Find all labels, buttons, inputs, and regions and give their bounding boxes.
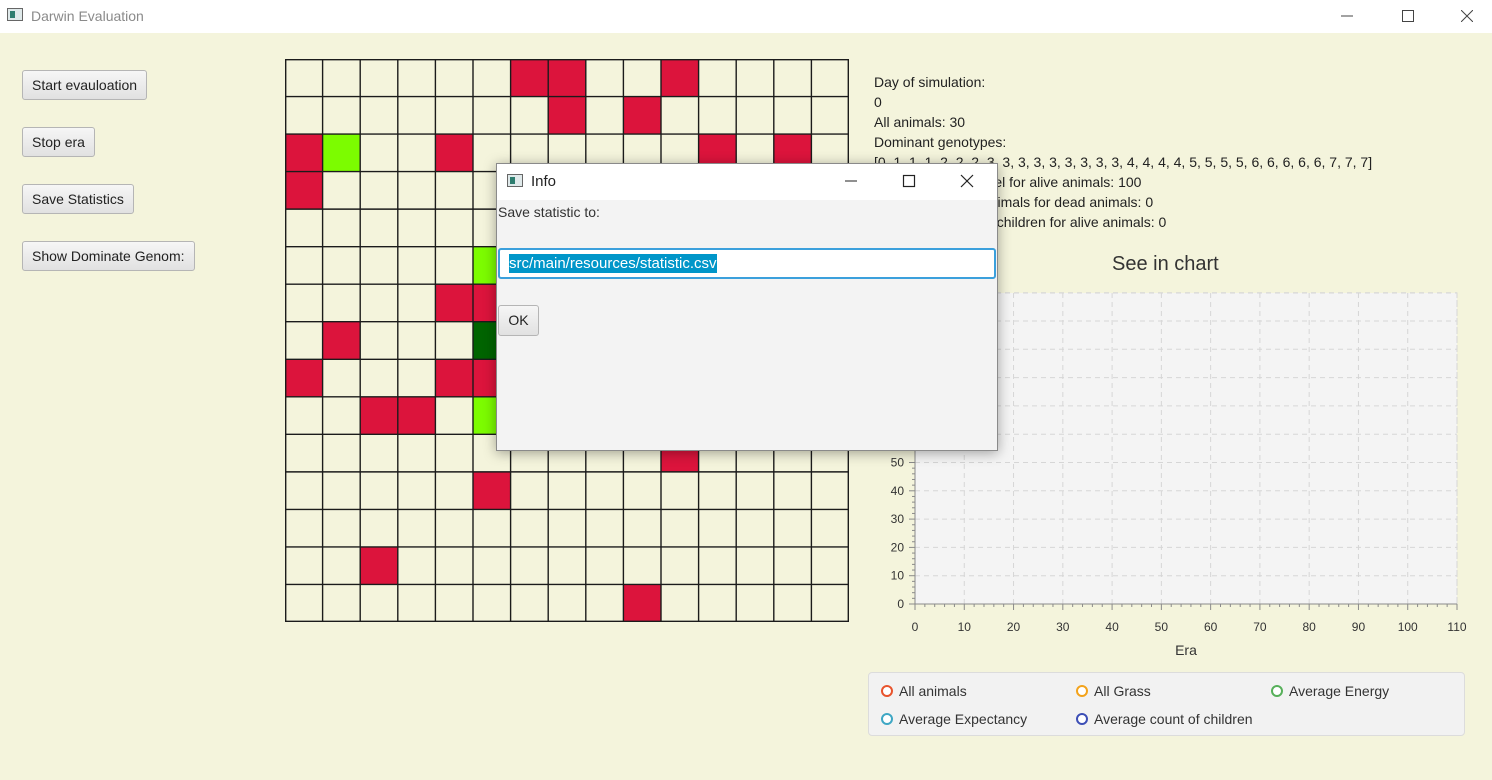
chart-title: See in chart (1112, 253, 1219, 275)
close-button[interactable] (1444, 0, 1490, 33)
x-tick-label: 50 (1155, 620, 1169, 634)
x-tick-label: 0 (912, 620, 919, 634)
y-tick-label: 20 (891, 540, 905, 554)
legend-item: All Grass (1076, 683, 1151, 699)
stop-era-button[interactable]: Stop era (22, 127, 95, 157)
dialog-title-bar: Info (497, 164, 997, 200)
close-icon (1461, 10, 1473, 22)
x-tick-label: 70 (1253, 620, 1267, 634)
x-tick-label: 20 (1007, 620, 1021, 634)
animal-cell (285, 134, 323, 172)
legend-item: Average Energy (1271, 683, 1389, 699)
app-icon (7, 8, 23, 21)
animal-cell (435, 284, 473, 322)
chart-legend: All animals All Grass Average Energy Averag… (868, 672, 1465, 736)
x-tick-label: 40 (1105, 620, 1119, 634)
legend-item: Average count of children (1076, 711, 1253, 727)
x-axis-label: Era (1175, 642, 1197, 658)
y-tick-label: 30 (891, 512, 905, 526)
legend-marker-icon (881, 713, 893, 725)
all-animals-stat: All animals: 30 (874, 114, 966, 130)
animal-cell (285, 359, 323, 397)
legend-label: All animals (899, 683, 967, 699)
animal-cell (322, 321, 361, 360)
y-tick-label: 10 (891, 569, 905, 583)
dialog-minimize-button[interactable] (823, 164, 881, 200)
dialog-save-label: Save statistic to: (498, 204, 600, 220)
info-dialog: Info Save statistic to: src/main/resourc… (496, 163, 998, 451)
x-tick-label: 90 (1352, 620, 1366, 634)
day-value: 0 (874, 94, 882, 110)
show-dominate-genom-button[interactable]: Show Dominate Genom: (22, 241, 195, 271)
legend-item: Average Expectancy (881, 711, 1027, 727)
dialog-app-icon (507, 174, 523, 187)
close-icon (960, 174, 974, 188)
day-label: Day of simulation: (874, 74, 986, 90)
legend-marker-icon (1271, 685, 1283, 697)
dialog-close-button[interactable] (938, 164, 996, 200)
maximize-icon (1402, 10, 1414, 22)
animal-cell (360, 396, 398, 435)
x-tick-label: 100 (1398, 620, 1418, 634)
dialog-maximize-button[interactable] (880, 164, 938, 200)
dominant-genotypes-label: Dominant genotypes: (874, 134, 1007, 150)
y-tick-label: 40 (891, 484, 905, 498)
dialog-title: Info (531, 173, 557, 190)
legend-label: All Grass (1094, 683, 1151, 699)
legend-label: Average Energy (1289, 683, 1390, 699)
x-tick-label: 30 (1056, 620, 1070, 634)
grass-cell (322, 134, 361, 172)
legend-marker-icon (1076, 713, 1088, 725)
start-evaluation-button[interactable]: Start evauloation (22, 70, 148, 100)
animal-cell (285, 171, 323, 210)
legend-label: Average Expectancy (899, 711, 1028, 727)
window-title: Darwin Evaluation (31, 8, 144, 24)
animal-cell (360, 546, 398, 585)
animal-cell (397, 396, 436, 435)
x-tick-label: 60 (1204, 620, 1218, 634)
y-tick-label: 0 (897, 597, 904, 611)
x-tick-label: 80 (1303, 620, 1317, 634)
legend-marker-icon (881, 685, 893, 697)
animal-cell (548, 96, 586, 135)
animal-cell (661, 59, 699, 97)
legend-label: Average count of children (1094, 711, 1253, 727)
animal-cell (623, 96, 661, 135)
y-tick-label: 50 (891, 456, 905, 470)
animal-cell (510, 59, 549, 97)
animal-cell (473, 471, 511, 510)
statistic-path-value: src/main/resources/statistic.csv (509, 254, 717, 273)
legend-item: All animals (881, 683, 967, 699)
save-statistics-button[interactable]: Save Statistics (22, 184, 134, 214)
minimize-icon (845, 180, 857, 182)
maximize-button[interactable] (1385, 0, 1431, 33)
animal-cell (435, 359, 473, 397)
minimize-icon (1341, 15, 1353, 17)
x-tick-label: 110 (1447, 620, 1466, 634)
animal-cell (623, 584, 661, 622)
x-tick-label: 10 (958, 620, 972, 634)
ok-button[interactable]: OK (498, 305, 539, 336)
minimize-button[interactable] (1324, 0, 1370, 33)
animal-cell (548, 59, 586, 97)
window-title-bar: Darwin Evaluation (0, 0, 1492, 33)
maximize-icon (902, 174, 916, 188)
statistic-path-input[interactable]: src/main/resources/statistic.csv (498, 248, 996, 279)
legend-marker-icon (1076, 685, 1088, 697)
animal-cell (435, 134, 473, 172)
